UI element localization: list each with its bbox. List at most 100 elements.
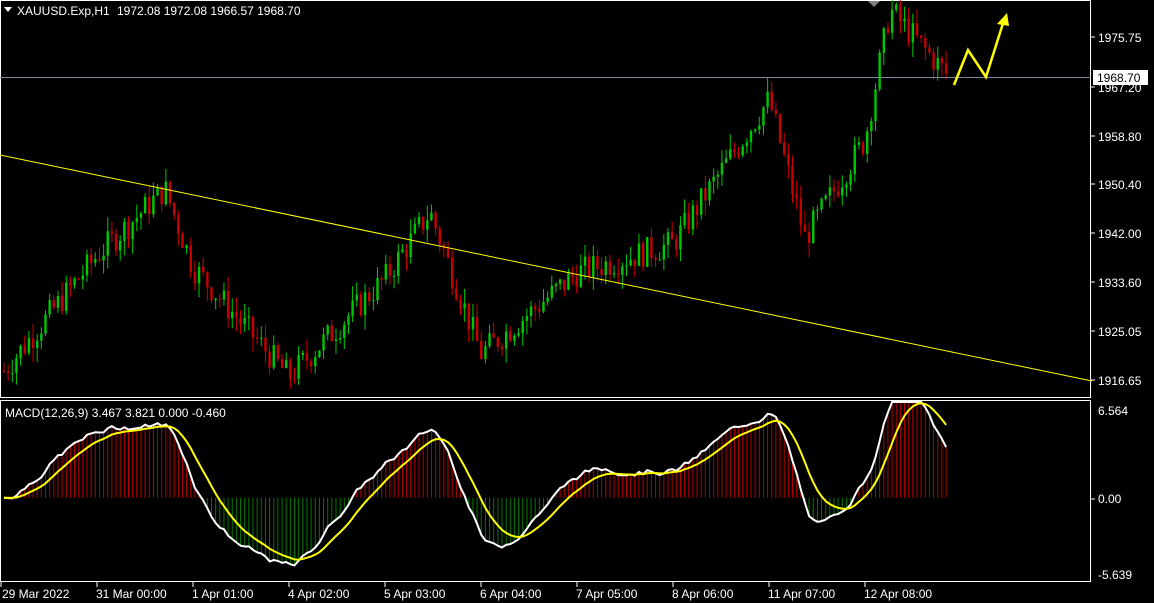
candle-body	[334, 339, 338, 341]
candle-body	[65, 282, 68, 311]
candle-body	[471, 316, 475, 330]
candle-body	[409, 233, 412, 258]
candle-body	[716, 174, 719, 177]
candle-body	[77, 278, 80, 280]
candle-body	[438, 228, 441, 245]
candle-body	[114, 233, 118, 251]
candle-body	[463, 303, 466, 309]
candle-body	[231, 311, 234, 319]
candle-body	[123, 221, 126, 241]
candle-body	[314, 357, 317, 367]
price-tick-label: 1958.80	[1098, 130, 1142, 144]
trendline[interactable]	[0, 154, 1093, 382]
candle-body	[44, 314, 47, 334]
candle-body	[890, 9, 894, 33]
candle-body	[521, 320, 524, 334]
candle-body	[534, 306, 537, 309]
candle-body	[708, 181, 711, 201]
candle-body	[870, 121, 873, 132]
candle-body	[625, 265, 628, 267]
time-tick-label: 5 Apr 03:00	[384, 587, 446, 601]
forecast-arrow-path[interactable]	[952, 16, 1007, 86]
candle-body	[799, 198, 802, 225]
candle-body	[654, 258, 657, 261]
candle-body	[641, 243, 645, 267]
candle-body	[322, 334, 325, 351]
candle-body	[181, 233, 184, 249]
candle-body	[841, 187, 844, 196]
candle-body	[2, 370, 6, 372]
macd-tick-label: 0.00	[1098, 492, 1122, 506]
candle-body	[27, 338, 31, 353]
candle-body	[646, 237, 649, 267]
candle-body	[758, 125, 761, 130]
candle-body	[695, 205, 699, 215]
candle-body	[355, 294, 358, 301]
time-axis: 29 Mar 2022 31 Mar 00:00 1 Apr 01:00 4 A…	[0, 582, 932, 601]
candle-body	[795, 194, 798, 199]
candle-body	[338, 338, 342, 340]
candle-body	[774, 109, 778, 115]
candle-body	[803, 224, 807, 232]
candle-body	[504, 331, 508, 349]
candle-body	[940, 57, 944, 64]
candle-body	[612, 273, 616, 275]
candle-body	[878, 52, 881, 90]
candle-body	[936, 57, 939, 70]
macd-label: MACD(12,26,9) 3.467 3.821 0.000 -0.460	[5, 406, 226, 420]
candle-body	[691, 205, 695, 230]
candle-body	[828, 187, 832, 196]
candle-body	[766, 91, 769, 108]
candle-body	[836, 191, 840, 196]
candle-body	[48, 300, 51, 315]
candle-body	[907, 18, 910, 43]
candle-body	[770, 91, 773, 110]
chart-menu-triangle-icon[interactable]	[4, 7, 12, 12]
time-tick-label: 7 Apr 05:00	[576, 587, 638, 601]
candle-body	[19, 345, 22, 359]
candle-body	[583, 256, 587, 266]
candle-body	[359, 294, 363, 316]
candle-body	[276, 345, 280, 359]
candle-body	[778, 114, 782, 143]
candle-body	[542, 302, 545, 312]
time-tick-label: 6 Apr 04:00	[480, 587, 542, 601]
candle-body	[488, 333, 491, 347]
candle-body	[73, 278, 76, 286]
candle-body	[944, 63, 948, 74]
candle-body	[525, 316, 529, 321]
candle-body	[679, 225, 682, 250]
candle-body	[733, 149, 736, 153]
price-tick-label: 1975.75	[1098, 31, 1142, 45]
candle-body	[459, 299, 462, 309]
candle-body	[874, 89, 877, 122]
candle-body	[189, 245, 192, 272]
macd-tick-label: 6.564	[1098, 404, 1128, 418]
candle-body	[932, 52, 935, 70]
candle-body	[550, 285, 553, 298]
candle-body	[251, 316, 255, 338]
candle-body	[475, 316, 479, 341]
chart-shift-marker-icon[interactable]	[868, 1, 880, 7]
candle-body	[301, 353, 304, 356]
candle-body	[857, 142, 861, 145]
candle-body	[600, 269, 603, 275]
trading-chart-window[interactable]: XAUUSD.Exp,H1 1972.08 1972.08 1966.57 19…	[0, 0, 1154, 603]
candle-body	[592, 256, 595, 277]
candle-body	[446, 248, 450, 258]
candle-body	[235, 311, 238, 318]
candle-body	[135, 217, 138, 223]
candle-body	[60, 296, 64, 311]
candle-body	[480, 340, 483, 359]
candle-body	[330, 325, 334, 341]
candle-body	[853, 144, 856, 175]
candle-body	[214, 298, 217, 301]
candle-body	[513, 335, 516, 341]
candle-body	[401, 249, 404, 252]
candle-body	[430, 212, 433, 221]
candle-body	[222, 290, 226, 300]
candle-body	[496, 337, 500, 347]
candle-body	[662, 244, 666, 260]
candle-body	[621, 266, 624, 275]
candle-body	[753, 129, 757, 132]
